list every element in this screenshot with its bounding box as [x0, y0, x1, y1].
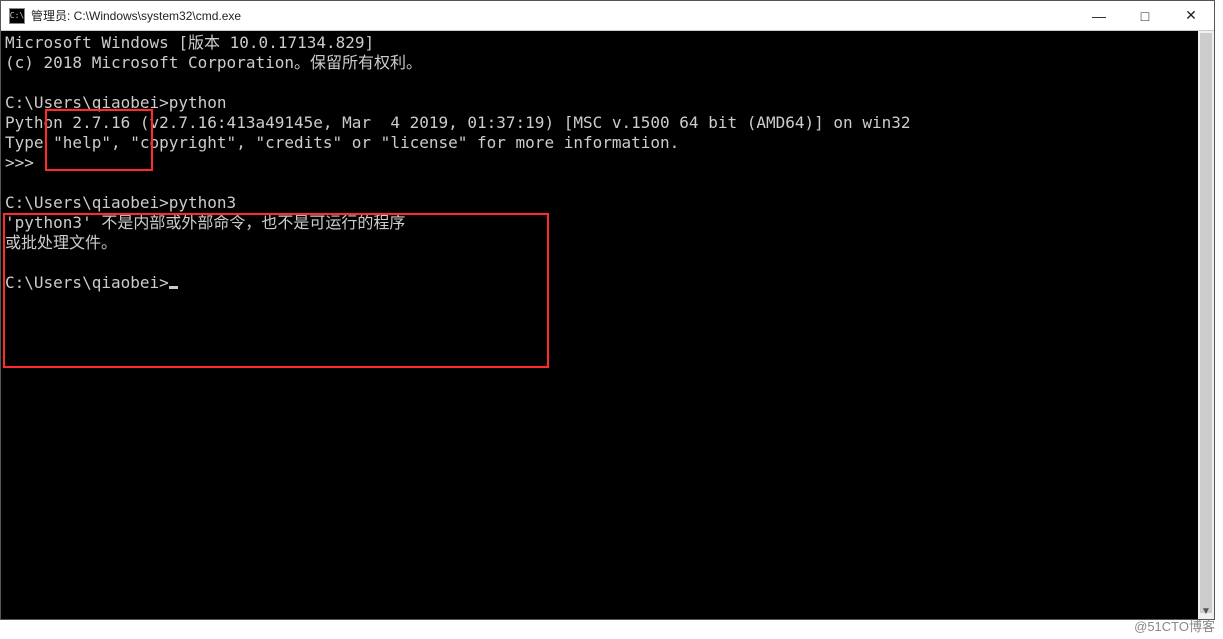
terminal-line: Type "help", "copyright", "credits" or "… [5, 133, 1194, 153]
titlebar[interactable]: C:\ 管理员: C:\Windows\system32\cmd.exe — □… [1, 1, 1214, 31]
terminal-output[interactable]: Microsoft Windows [版本 10.0.17134.829](c)… [1, 31, 1198, 619]
cursor [169, 286, 178, 289]
terminal-line: C:\Users\qiaobei> [5, 273, 1194, 293]
terminal-line [5, 253, 1194, 273]
terminal-line: (c) 2018 Microsoft Corporation。保留所有权利。 [5, 53, 1194, 73]
vertical-scrollbar[interactable]: ▲ ▼ [1198, 31, 1214, 619]
terminal-line: C:\Users\qiaobei>python3 [5, 193, 1194, 213]
terminal-line [5, 73, 1194, 93]
terminal-line: >>> [5, 153, 1194, 173]
client-area: Microsoft Windows [版本 10.0.17134.829](c)… [1, 31, 1214, 619]
scroll-thumb[interactable] [1200, 33, 1212, 613]
watermark-text: @51CTO博客 [1134, 616, 1215, 635]
window-title: 管理员: C:\Windows\system32\cmd.exe [31, 7, 241, 24]
terminal-line: 'python3' 不是内部或外部命令，也不是可运行的程序 [5, 213, 1194, 233]
minimize-button[interactable]: — [1076, 1, 1122, 31]
maximize-button[interactable]: □ [1122, 1, 1168, 31]
cmd-window: C:\ 管理员: C:\Windows\system32\cmd.exe — □… [0, 0, 1215, 620]
terminal-line: C:\Users\qiaobei>python [5, 93, 1194, 113]
terminal-line: Python 2.7.16 (v2.7.16:413a49145e, Mar 4… [5, 113, 1194, 133]
close-button[interactable]: ✕ [1168, 1, 1214, 31]
terminal-line: Microsoft Windows [版本 10.0.17134.829] [5, 33, 1194, 53]
terminal-line: 或批处理文件。 [5, 233, 1194, 253]
terminal-line [5, 173, 1194, 193]
cmd-icon: C:\ [9, 8, 25, 24]
